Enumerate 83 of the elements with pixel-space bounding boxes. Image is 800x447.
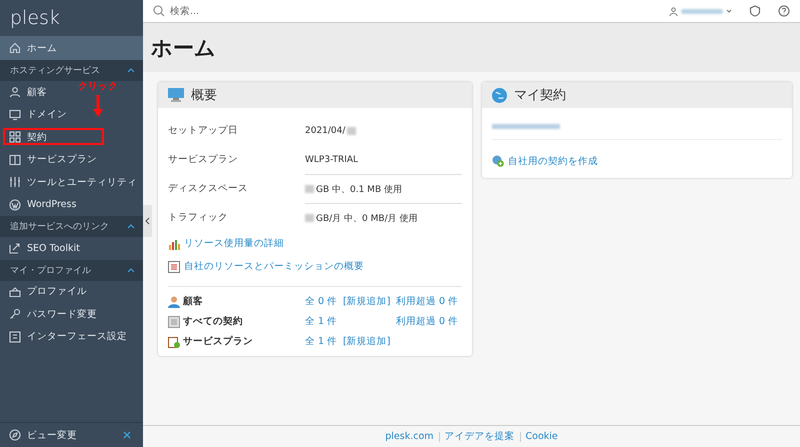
help-icon[interactable] <box>778 5 790 17</box>
logo: plesk <box>9 6 60 31</box>
section-label: マイ・プロファイル <box>10 264 91 276</box>
key-icon <box>9 308 21 320</box>
panel-icon <box>9 330 21 343</box>
globe-icon <box>492 88 507 102</box>
card-title: 概要 <box>191 87 217 104</box>
section-label: ホスティングサービス <box>10 64 100 77</box>
info-label: トラフィック <box>168 211 229 224</box>
footer-link[interactable]: plesk.com <box>385 431 434 442</box>
sidebar-item[interactable]: パスワード変更 <box>0 303 101 326</box>
card-title: マイ契約 <box>514 87 566 104</box>
view-switch-link[interactable]: ビュー変更 <box>9 428 77 442</box>
footer-link[interactable]: Cookie <box>526 431 558 442</box>
blurred-text <box>347 126 356 134</box>
clipboard-icon <box>168 336 180 348</box>
monitor-icon <box>9 108 21 121</box>
home-icon <box>9 42 21 54</box>
summary-label: すべての契約 <box>183 315 243 328</box>
monitor-icon <box>168 88 184 102</box>
info-label: ディスクスペース <box>168 182 249 195</box>
sidebar-section[interactable]: マイ・プロファイル <box>0 260 143 280</box>
section-label: 追加サービスへのリンク <box>10 220 109 233</box>
add-new-link[interactable]: [新規追加] <box>343 335 396 348</box>
sidebar-item[interactable]: SEO Toolkit <box>0 237 84 260</box>
add-globe-icon <box>492 155 504 167</box>
caret-icon[interactable] <box>726 9 732 13</box>
compass-icon <box>9 429 21 441</box>
chevron-icon[interactable] <box>127 68 135 73</box>
user-icon <box>9 86 21 98</box>
chevron-icon[interactable] <box>127 224 135 229</box>
grid-icon <box>9 131 21 144</box>
shield-icon[interactable] <box>749 5 761 17</box>
sidebar-item[interactable]: インターフェース設定 <box>0 326 131 348</box>
info-label: サービスプラン <box>168 153 239 166</box>
create-subscription-link[interactable]: 自社用の契約を作成 <box>508 154 598 168</box>
sidebar-item[interactable]: WordPress <box>0 194 80 216</box>
blurred-text <box>305 214 314 222</box>
profile-icon <box>9 286 21 298</box>
sidebar-item[interactable]: プロファイル <box>0 280 91 303</box>
box-icon <box>168 316 180 328</box>
info-value: WLP3-TRIAL <box>305 154 358 164</box>
bar-chart-icon <box>168 238 180 250</box>
sidebar-section[interactable]: 追加サービスへのリンク <box>0 216 143 237</box>
sidebar-item[interactable]: ホーム <box>0 36 143 60</box>
chevron-icon[interactable] <box>127 268 135 272</box>
blurred-text <box>681 8 723 14</box>
count-link[interactable]: 全 1 件 <box>305 315 343 328</box>
list-icon <box>168 260 180 272</box>
info-value: GB 中、0.1 MB 使用 <box>316 184 402 196</box>
sidebar-item[interactable]: サービスプラン <box>0 148 101 171</box>
sidebar-item[interactable]: ツールとユーティリティ <box>0 171 141 194</box>
book-icon <box>9 154 21 166</box>
search-icon <box>153 5 165 17</box>
resource-link[interactable]: 自社のリソースとパーミッションの概要 <box>184 260 364 273</box>
resource-link[interactable]: リソース使用量の詳細 <box>184 237 284 250</box>
sidebar-item[interactable]: 顧客 <box>0 81 51 104</box>
user-icon[interactable] <box>669 6 678 16</box>
overuse-link[interactable]: 利用超過 0 件 <box>396 315 462 328</box>
summary-label: サービスプラン <box>183 335 253 348</box>
sidebar-item[interactable]: 契約 <box>0 126 51 148</box>
count-link[interactable]: 全 1 件 <box>305 335 343 348</box>
overuse-link[interactable]: 利用超過 0 件 <box>396 295 462 308</box>
footer-link[interactable]: アイデアを提案 <box>444 430 515 443</box>
down-arrow-icon <box>93 95 103 117</box>
external-icon <box>9 242 21 254</box>
annotation-label: クリック <box>78 80 118 93</box>
summary-label: 顧客 <box>183 295 203 308</box>
sidebar-item[interactable]: ドメイン <box>0 104 71 126</box>
wp-icon <box>9 198 21 211</box>
collapse-handle[interactable] <box>143 205 152 237</box>
blurred-text <box>305 185 314 193</box>
person-icon <box>168 296 180 308</box>
info-value: GB/月 中、0 MB/月 使用 <box>316 212 418 224</box>
info-value: 2021/04/ <box>305 126 346 136</box>
sliders-icon <box>9 176 21 188</box>
info-label: セットアップ日 <box>168 124 239 137</box>
page-title: ホーム <box>151 34 216 62</box>
sidebar-section[interactable]: ホスティングサービス <box>0 60 143 81</box>
count-link[interactable]: 全 0 件 <box>305 295 343 308</box>
close-icon[interactable] <box>123 431 131 439</box>
blurred-text <box>492 124 560 129</box>
add-new-link[interactable]: [新規追加] <box>343 295 396 308</box>
